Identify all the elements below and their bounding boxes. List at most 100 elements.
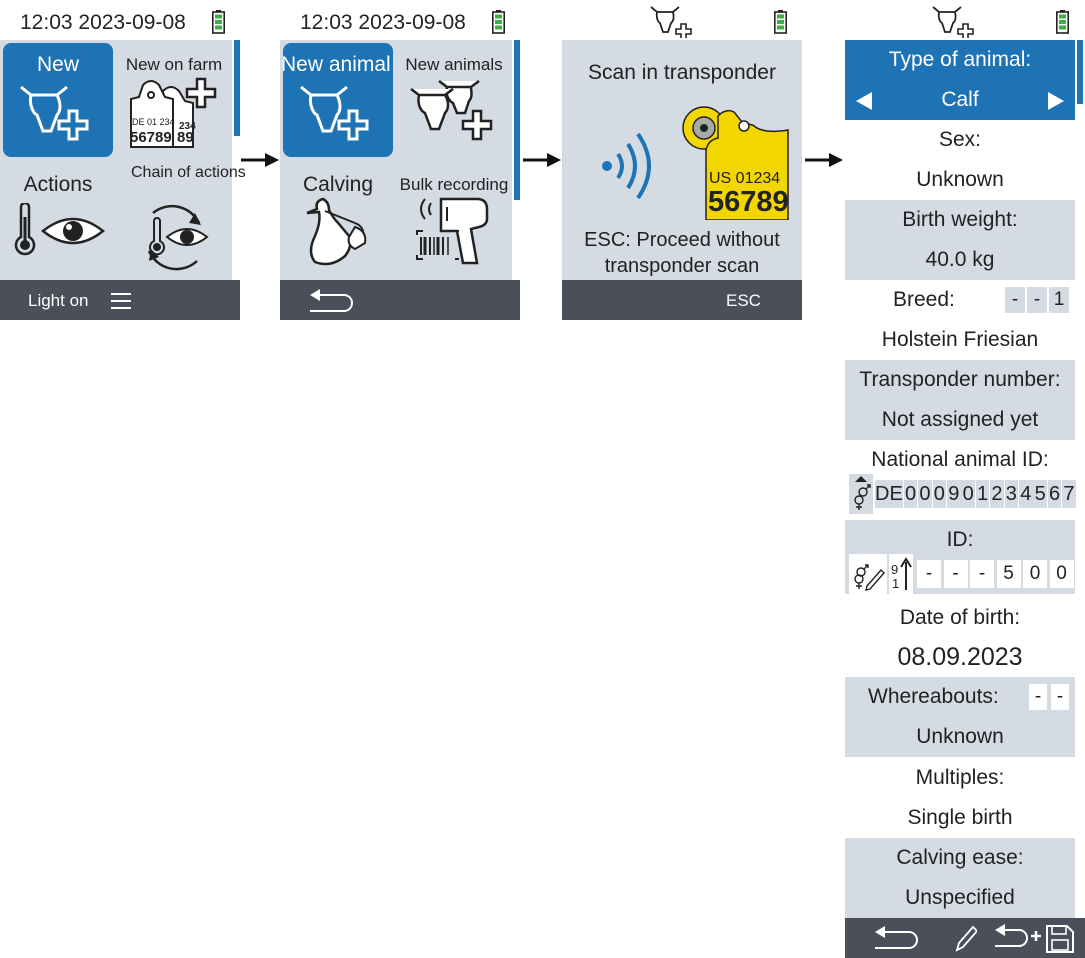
- cow-plus-icon: [20, 85, 89, 141]
- menu-icon[interactable]: [110, 292, 132, 310]
- birth-weight-label: Birth weight:: [845, 200, 1075, 240]
- arrow-right-icon[interactable]: [1047, 92, 1065, 110]
- flow-arrow-icon: [241, 153, 279, 167]
- breed-code-cell[interactable]: -: [1005, 287, 1025, 313]
- edit-icon[interactable]: [953, 924, 977, 952]
- calving-ease-label: Calving ease:: [845, 838, 1075, 878]
- calving-ease-value[interactable]: Unspecified: [845, 878, 1075, 918]
- id-char-cell[interactable]: 2: [990, 480, 1004, 508]
- thermometer-eye-icon: [14, 203, 106, 256]
- transponder-value[interactable]: Not assigned yet: [845, 400, 1075, 440]
- id-char-cell[interactable]: -: [943, 560, 968, 588]
- light-on-softkey[interactable]: Light on: [28, 291, 89, 311]
- tile-new-animals-label: New animals: [405, 55, 503, 74]
- battery-icon: [212, 10, 225, 34]
- id-char-cell[interactable]: 3: [1004, 480, 1019, 508]
- footer-bar: [845, 918, 1085, 958]
- tile-bulk-recording-label: Bulk recording: [399, 175, 509, 194]
- status-time: 12:03 2023-09-08: [300, 11, 466, 34]
- breed-code-cell[interactable]: 1: [1049, 287, 1069, 313]
- id-char-cell[interactable]: E: [889, 480, 903, 508]
- whereabouts-value[interactable]: Unknown: [845, 717, 1075, 757]
- id-char-cell[interactable]: 7: [1062, 480, 1076, 508]
- id-char-cell[interactable]: 0: [918, 480, 932, 508]
- whereabouts-code-cell[interactable]: -: [1051, 684, 1069, 710]
- cows-plus-icon: [410, 80, 493, 141]
- svg-text:1: 1: [892, 576, 899, 591]
- id-char-cell[interactable]: -: [917, 560, 941, 588]
- id-char-cell[interactable]: 5: [996, 560, 1021, 588]
- svg-text:9: 9: [891, 562, 898, 577]
- stork-icon: [306, 197, 367, 266]
- whereabouts-row: Whereabouts: - -: [845, 677, 1075, 717]
- national-id-row: DE000901234567: [845, 474, 1076, 514]
- scrollbar[interactable]: [514, 40, 520, 200]
- id-char-cell[interactable]: D: [875, 480, 889, 508]
- sort-numeric-icon[interactable]: 9 1: [889, 554, 913, 594]
- id-row: 9 1 ---500: [845, 554, 1075, 594]
- id-char-cell[interactable]: 0: [1023, 560, 1047, 588]
- tile-calving-label: Calving: [302, 173, 374, 196]
- tile-new-animal[interactable]: New animal: [283, 43, 393, 157]
- tile-calving[interactable]: Calving: [283, 163, 393, 277]
- rfid-signal-icon: [602, 132, 651, 200]
- back-plus-save-icon[interactable]: [993, 922, 1077, 954]
- flow-arrow-icon: [523, 153, 561, 167]
- birth-weight-value[interactable]: 40.0 kg: [845, 240, 1075, 280]
- multiples-value[interactable]: Single birth: [845, 798, 1075, 838]
- back-icon[interactable]: [873, 926, 919, 950]
- battery-icon: [774, 10, 787, 34]
- footer-bar: Light on: [0, 280, 240, 320]
- id-char-cell[interactable]: 1: [975, 480, 990, 508]
- type-of-animal-label: Type of animal:: [845, 40, 1075, 80]
- id-char-cell[interactable]: 0: [961, 480, 975, 508]
- battery-icon: [492, 10, 505, 34]
- scrollbar[interactable]: [1077, 40, 1083, 104]
- cow-plus-icon: [300, 85, 369, 141]
- tag-number-top: US 01234: [709, 170, 780, 187]
- tile-actions[interactable]: Actions: [3, 163, 113, 277]
- battery-icon: [1056, 10, 1069, 34]
- id-char-cell[interactable]: 4: [1019, 480, 1033, 508]
- id-char-cell[interactable]: 5: [1033, 480, 1047, 508]
- whereabouts-label: Whereabouts:: [868, 685, 999, 708]
- multiples-label: Multiples:: [845, 758, 1075, 798]
- type-of-animal-selector[interactable]: Calf: [845, 80, 1075, 120]
- breed-code-cell[interactable]: -: [1027, 287, 1047, 313]
- dob-label: Date of birth:: [845, 598, 1075, 638]
- gender-scroll-icon[interactable]: [849, 474, 873, 514]
- tile-new-on-farm[interactable]: New on farm 234 89 DE 01 234 56789: [119, 43, 229, 157]
- whereabouts-code-cell[interactable]: -: [1029, 684, 1047, 710]
- breed-row: Breed: - - 1: [845, 280, 1075, 320]
- proceed-message: ESC: Proceed without transponder scan: [584, 229, 780, 277]
- id-char-cell[interactable]: 6: [1047, 480, 1062, 508]
- scrollbar[interactable]: [234, 40, 240, 136]
- arrow-left-icon[interactable]: [855, 92, 873, 110]
- footer-bar: [280, 280, 520, 320]
- tile-new-label: New: [36, 53, 79, 76]
- id-char-cell[interactable]: 0: [932, 480, 947, 508]
- cycle-thermometer-eye-icon: [147, 204, 209, 271]
- tile-chain-of-actions[interactable]: Chain of actions: [119, 163, 246, 277]
- id-char-cell[interactable]: 0: [903, 480, 918, 508]
- esc-softkey[interactable]: ESC: [726, 291, 761, 311]
- id-char-cell[interactable]: 9: [947, 480, 961, 508]
- dob-value[interactable]: 08.09.2023: [845, 637, 1075, 677]
- flow-arrow-icon: [805, 153, 843, 167]
- tile-new[interactable]: New: [3, 43, 113, 157]
- cow-plus-icon: [650, 6, 692, 38]
- id-char-cell[interactable]: 0: [1049, 560, 1074, 588]
- tag-top-text: DE 01 234: [132, 117, 175, 127]
- tile-new-animal-label: New animal: [283, 53, 391, 76]
- tile-actions-label: Actions: [23, 173, 93, 196]
- id-char-cell[interactable]: -: [970, 560, 994, 588]
- tile-bulk-recording[interactable]: Bulk recording: [399, 163, 509, 277]
- sex-label: Sex:: [845, 120, 1075, 160]
- gender-edit-icon[interactable]: [849, 554, 887, 594]
- cow-plus-icon: [932, 6, 974, 38]
- sex-value[interactable]: Unknown: [845, 160, 1075, 200]
- breed-value[interactable]: Holstein Friesian: [845, 320, 1075, 360]
- breed-label: Breed:: [893, 288, 955, 311]
- tile-new-animals[interactable]: New animals: [399, 43, 509, 157]
- back-icon[interactable]: [308, 289, 354, 313]
